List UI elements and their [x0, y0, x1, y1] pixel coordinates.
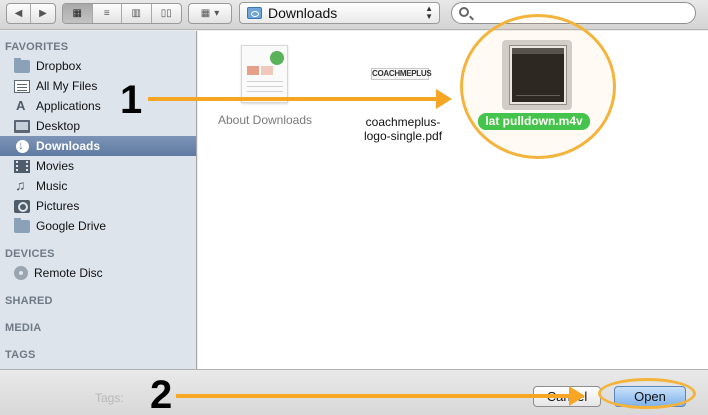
sidebar-item-label: Desktop — [36, 119, 81, 133]
cover-flow-icon: ▯▯ — [160, 8, 172, 19]
back-button[interactable]: ◀ — [7, 4, 32, 23]
sidebar-item-label: Remote Disc — [34, 266, 103, 280]
tags-header[interactable]: TAGS — [5, 349, 36, 361]
all-files-icon — [14, 79, 30, 93]
highlight-circle — [460, 14, 616, 159]
sidebar-item-google-drive[interactable]: Google Drive — [0, 216, 196, 236]
icon-view-button[interactable]: ▦ — [63, 4, 93, 23]
file-label-line1: coachmeplus- — [365, 115, 441, 129]
sidebar-item-label: All My Files — [36, 79, 98, 93]
search-input[interactable] — [474, 5, 689, 21]
arrange-button[interactable]: ▦ ▾ — [188, 3, 232, 24]
downloads-folder-icon — [247, 7, 262, 19]
grid-icon: ▦ — [72, 8, 82, 19]
list-icon: ≡ — [103, 8, 110, 19]
disc-icon — [14, 266, 28, 280]
sidebar-item-label: Movies — [36, 159, 75, 173]
download-badge-icon — [270, 51, 284, 65]
file-label: About Downloads — [217, 113, 313, 127]
sidebar-item-desktop[interactable]: Desktop — [0, 116, 196, 136]
downloads-icon — [16, 138, 29, 153]
columns-icon: ▥ — [131, 8, 141, 19]
sidebar-item-label: Dropbox — [36, 59, 82, 73]
sidebar-item-pictures[interactable]: Pictures — [0, 196, 196, 216]
back-arrow-icon: ◀ — [14, 8, 23, 19]
pdf-thumbnail: COACHMEPLUS — [371, 68, 432, 80]
music-icon — [14, 177, 30, 193]
forward-button[interactable]: ▶ — [31, 4, 55, 23]
arrange-grid-icon: ▦ — [200, 8, 211, 19]
folder-icon — [14, 217, 30, 233]
updown-chevron-icon: ▲ ▼ — [425, 4, 433, 21]
view-mode-buttons: ▦ ≡ ▥ ▯▯ — [62, 3, 182, 24]
step-1-number: 1 — [120, 78, 143, 122]
sidebar-item-dropbox[interactable]: Dropbox — [0, 56, 196, 76]
sidebar-item-movies[interactable]: Movies — [0, 156, 196, 176]
open-highlight-ellipse — [598, 378, 696, 409]
step-1-arrow — [148, 89, 452, 109]
pictures-icon — [14, 199, 30, 213]
file-label: coachmeplus- logo-single.pdf — [353, 115, 453, 143]
list-view-button[interactable]: ≡ — [93, 4, 122, 23]
column-view-button[interactable]: ▥ — [122, 4, 152, 23]
folder-icon — [14, 57, 30, 73]
toolbar: ◀ ▶ ▦ ≡ ▥ ▯▯ ▦ ▾ Downloads ▲ ▼ — [0, 0, 708, 30]
sidebar-item-downloads[interactable]: Downloads — [0, 136, 196, 156]
file-browser: About Downloads COACHMEPLUS coachmeplus-… — [198, 31, 708, 369]
search-icon — [459, 7, 469, 17]
navigation-buttons: ◀ ▶ — [6, 3, 56, 24]
devices-header: DEVICES — [5, 248, 55, 260]
location-title: Downloads — [268, 5, 338, 21]
sidebar-item-remote-disc[interactable]: Remote Disc — [0, 263, 196, 283]
location-popup[interactable]: Downloads ▲ ▼ — [239, 2, 440, 24]
sidebar-item-label: Applications — [36, 99, 101, 113]
movies-icon — [14, 159, 30, 173]
chevron-down-icon: ▾ — [214, 8, 220, 19]
applications-icon — [14, 98, 30, 113]
favorites-header: FAVORITES — [5, 41, 69, 53]
file-label-line2: logo-single.pdf — [363, 129, 443, 143]
search-field[interactable] — [451, 2, 696, 24]
step-2-number: 2 — [150, 373, 173, 415]
forward-arrow-icon: ▶ — [39, 8, 47, 19]
desktop-icon — [14, 119, 30, 133]
media-header[interactable]: MEDIA — [5, 322, 41, 334]
sidebar-item-label: Music — [36, 179, 68, 193]
sidebar-item-all-my-files[interactable]: All My Files — [0, 76, 196, 96]
shared-header[interactable]: SHARED — [5, 295, 53, 307]
document-icon — [241, 45, 288, 103]
step-2-arrow — [176, 386, 585, 406]
tags-label: Tags: — [95, 391, 124, 405]
cover-flow-button[interactable]: ▯▯ — [152, 4, 181, 23]
sidebar-item-label: Pictures — [36, 199, 80, 213]
sidebar-item-label: Google Drive — [36, 219, 107, 233]
sidebar-item-label: Downloads — [36, 139, 101, 153]
sidebar-item-music[interactable]: Music — [0, 176, 196, 196]
sidebar: FAVORITES Dropbox All My Files Applicati… — [0, 31, 197, 369]
